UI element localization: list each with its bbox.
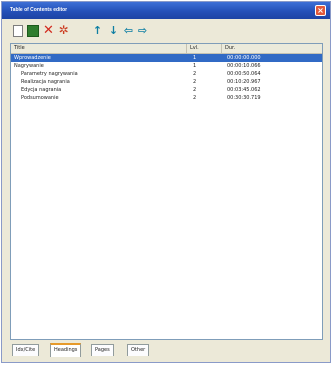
toolbar: ✕ ✲ ↑ ↓ ⇦ ⇨ <box>2 19 330 41</box>
save-icon[interactable] <box>26 24 39 37</box>
tab-idx-cite[interactable]: Idx/Cite <box>12 344 40 356</box>
heading-title: Wprowadzenie <box>14 55 51 61</box>
delete-icon[interactable]: ✕ <box>42 24 55 37</box>
heading-duration: 00:30:30.719 <box>227 95 261 101</box>
tab-other[interactable]: Other <box>127 344 150 356</box>
heading-title: Edycja nagrania <box>21 87 62 93</box>
toc-editor-window: Table of Contents editor × ✕ ✲ ↑ ↓ ⇦ ⇨ T… <box>1 1 331 363</box>
heading-duration: 00:00:00.000 <box>227 55 261 61</box>
title-bar[interactable]: Table of Contents editor × <box>2 2 330 19</box>
heading-title: Realizacja nagrania <box>21 79 70 85</box>
heading-duration: 00:00:50.064 <box>227 71 261 77</box>
heading-duration: 00:03:45.062 <box>227 87 261 93</box>
column-header-level[interactable]: Lvl. <box>187 44 222 53</box>
heading-level: 1 <box>193 63 197 69</box>
heading-title: Podsumowanie <box>21 95 59 101</box>
list-item[interactable]: Edycja nagrania 2 00:03:45.062 <box>11 86 322 94</box>
heading-level: 2 <box>193 87 197 93</box>
tab-pages[interactable]: Pages <box>91 344 114 356</box>
tab-headings[interactable]: Headings <box>50 343 82 357</box>
window-title: Table of Contents editor <box>10 7 68 13</box>
heading-duration: 00:00:10.066 <box>227 63 261 69</box>
heading-level: 2 <box>193 71 197 77</box>
list-item[interactable]: Nagrywanie 1 00:00:10.066 <box>11 62 322 70</box>
move-up-icon[interactable]: ↑ <box>91 24 104 37</box>
list-rows: Wprowadzenie 1 00:00:00.000 Nagrywanie 1 00:0… <box>11 54 322 102</box>
move-down-icon[interactable]: ↓ <box>107 24 120 37</box>
heading-title: Nagrywanie <box>14 63 44 69</box>
headings-list[interactable]: Title Lvl. Dur. Wprowadzenie 1 00:00:00.00… <box>10 43 323 340</box>
new-document-icon[interactable] <box>11 24 24 37</box>
heading-level: 2 <box>193 95 197 101</box>
settings-icon[interactable]: ✲ <box>57 24 70 37</box>
column-header-title[interactable]: Title <box>11 44 187 53</box>
close-button[interactable]: × <box>315 5 326 16</box>
heading-duration: 00:10:20.967 <box>227 79 261 85</box>
list-item[interactable]: Wprowadzenie 1 00:00:00.000 <box>11 54 322 62</box>
column-header-duration[interactable]: Dur. <box>222 44 322 53</box>
outdent-icon[interactable]: ⇦ <box>122 24 135 37</box>
list-header: Title Lvl. Dur. <box>11 44 322 54</box>
list-item[interactable]: Parametry nagrywania 2 00:00:50.064 <box>11 70 322 78</box>
heading-level: 2 <box>193 79 197 85</box>
heading-level: 1 <box>193 55 197 61</box>
list-item[interactable]: Podsumowanie 2 00:30:30.719 <box>11 94 322 102</box>
heading-title: Parametry nagrywania <box>21 71 78 77</box>
indent-icon[interactable]: ⇨ <box>136 24 149 37</box>
list-item[interactable]: Realizacja nagrania 2 00:10:20.967 <box>11 78 322 86</box>
